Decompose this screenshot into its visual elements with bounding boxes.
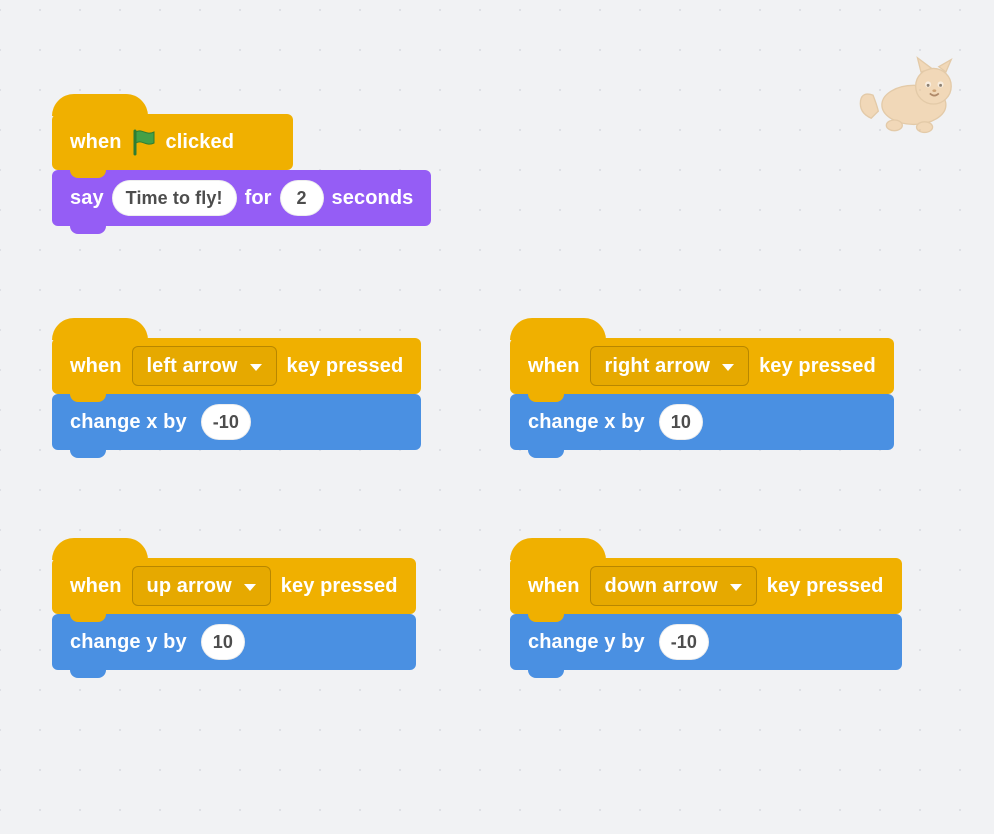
hat-cap [52,94,148,116]
text-say: say [70,187,104,210]
hat-cap [510,318,606,340]
script-down-arrow[interactable]: when down arrow key pressed change y by … [510,558,902,670]
script-up-arrow[interactable]: when up arrow key pressed change y by 10 [52,558,416,670]
text-when: when [70,355,122,378]
block-change-y-up[interactable]: change y by 10 [52,614,416,670]
connector-tab [70,164,106,178]
block-when-key-pressed-left[interactable]: when left arrow key pressed [52,338,421,394]
dropdown-label: left arrow [147,355,238,378]
text-change-x: change x by [528,411,645,434]
block-when-key-pressed-right[interactable]: when right arrow key pressed [510,338,894,394]
dropdown-key-left[interactable]: left arrow [132,346,277,386]
input-change-x-left[interactable]: -10 [201,404,251,440]
input-change-y-down[interactable]: -10 [659,624,709,660]
block-change-y-down[interactable]: change y by -10 [510,614,902,670]
script-right-arrow[interactable]: when right arrow key pressed change x by… [510,338,894,450]
connector-tab [528,444,564,458]
scratch-scripts-area[interactable]: when clicked say Time to fly! for 2 seco… [0,0,994,834]
hat-cap [52,538,148,560]
script-left-arrow[interactable]: when left arrow key pressed change x by … [52,338,421,450]
chevron-down-icon [722,364,734,371]
chevron-down-icon [250,364,262,371]
green-flag-icon [130,128,158,156]
dropdown-key-down[interactable]: down arrow [590,566,757,606]
text-clicked: clicked [166,131,235,154]
text-when: when [70,131,122,154]
text-change-x: change x by [70,411,187,434]
hat-cap [510,538,606,560]
connector-tab [70,608,106,622]
dropdown-key-right[interactable]: right arrow [590,346,750,386]
text-for: for [245,187,272,210]
input-seconds[interactable]: 2 [280,180,324,216]
chevron-down-icon [244,584,256,591]
dropdown-label: up arrow [147,575,232,598]
connector-tab [528,608,564,622]
text-key-pressed: key pressed [767,575,884,598]
scratch-cat-watermark [850,56,960,136]
block-when-flag-clicked[interactable]: when clicked [52,114,293,170]
text-when: when [70,575,122,598]
block-change-x-left[interactable]: change x by -10 [52,394,421,450]
text-when: when [528,575,580,598]
connector-tab [70,444,106,458]
connector-tab [70,664,106,678]
dropdown-label: right arrow [605,355,711,378]
text-when: when [528,355,580,378]
text-key-pressed: key pressed [287,355,404,378]
text-seconds: seconds [332,187,414,210]
text-change-y: change y by [528,631,645,654]
connector-tab [70,220,106,234]
chevron-down-icon [730,584,742,591]
block-when-key-pressed-down[interactable]: when down arrow key pressed [510,558,902,614]
text-key-pressed: key pressed [759,355,876,378]
text-key-pressed: key pressed [281,575,398,598]
connector-tab [528,388,564,402]
block-change-x-right[interactable]: change x by 10 [510,394,894,450]
script-flag-clicked[interactable]: when clicked say Time to fly! for 2 seco… [52,114,431,226]
input-change-x-right[interactable]: 10 [659,404,703,440]
connector-tab [70,388,106,402]
block-when-key-pressed-up[interactable]: when up arrow key pressed [52,558,416,614]
dropdown-label: down arrow [605,575,718,598]
hat-cap [52,318,148,340]
input-say-text[interactable]: Time to fly! [112,180,237,216]
input-change-y-up[interactable]: 10 [201,624,245,660]
text-change-y: change y by [70,631,187,654]
connector-tab [528,664,564,678]
block-say-for-seconds[interactable]: say Time to fly! for 2 seconds [52,170,431,226]
dropdown-key-up[interactable]: up arrow [132,566,271,606]
